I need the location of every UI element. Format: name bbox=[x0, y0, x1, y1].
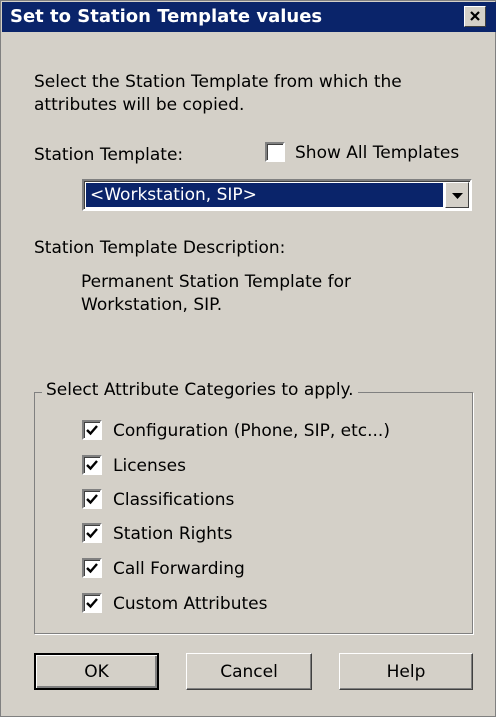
selected-template-value: <Workstation, SIP> bbox=[86, 183, 443, 207]
category-checkbox-station-rights[interactable] bbox=[82, 523, 102, 543]
category-checkbox-configuration[interactable] bbox=[82, 420, 102, 440]
description-line-2: Workstation, SIP. bbox=[81, 295, 223, 315]
cancel-button[interactable]: Cancel bbox=[186, 653, 312, 690]
station-template-label: Station Template: bbox=[34, 145, 184, 165]
description-line-1: Permanent Station Template for bbox=[81, 272, 352, 292]
instructions-text: Select the Station Template from which t… bbox=[34, 72, 402, 115]
category-label-configuration[interactable]: Configuration (Phone, SIP, etc...) bbox=[113, 421, 390, 441]
chevron-down-icon bbox=[451, 185, 463, 205]
ok-button[interactable]: OK bbox=[34, 653, 159, 690]
window-title: Set to Station Template values bbox=[10, 6, 323, 27]
show-all-templates-label[interactable]: Show All Templates bbox=[295, 143, 459, 163]
category-checkbox-classifications[interactable] bbox=[82, 489, 102, 509]
dropdown-button[interactable] bbox=[445, 182, 469, 208]
category-label-call-forwarding[interactable]: Call Forwarding bbox=[113, 559, 245, 579]
category-checkbox-call-forwarding[interactable] bbox=[82, 558, 102, 578]
category-label-station-rights[interactable]: Station Rights bbox=[113, 524, 232, 544]
title-bar[interactable]: Set to Station Template values bbox=[2, 2, 496, 32]
attribute-categories-label: Select Attribute Categories to apply. bbox=[42, 380, 358, 400]
dialog-window: Set to Station Template values Select th… bbox=[0, 0, 496, 717]
close-button[interactable] bbox=[464, 6, 486, 27]
category-label-licenses[interactable]: Licenses bbox=[113, 456, 186, 476]
category-checkbox-custom-attributes[interactable] bbox=[82, 593, 102, 613]
close-icon bbox=[469, 7, 481, 27]
category-label-classifications[interactable]: Classifications bbox=[113, 490, 234, 510]
description-label: Station Template Description: bbox=[34, 238, 286, 258]
help-button[interactable]: Help bbox=[339, 653, 473, 690]
category-label-custom-attributes[interactable]: Custom Attributes bbox=[113, 594, 267, 614]
show-all-templates-checkbox[interactable] bbox=[265, 142, 285, 162]
category-checkbox-licenses[interactable] bbox=[82, 455, 102, 475]
station-template-dropdown[interactable]: <Workstation, SIP> bbox=[82, 179, 472, 211]
